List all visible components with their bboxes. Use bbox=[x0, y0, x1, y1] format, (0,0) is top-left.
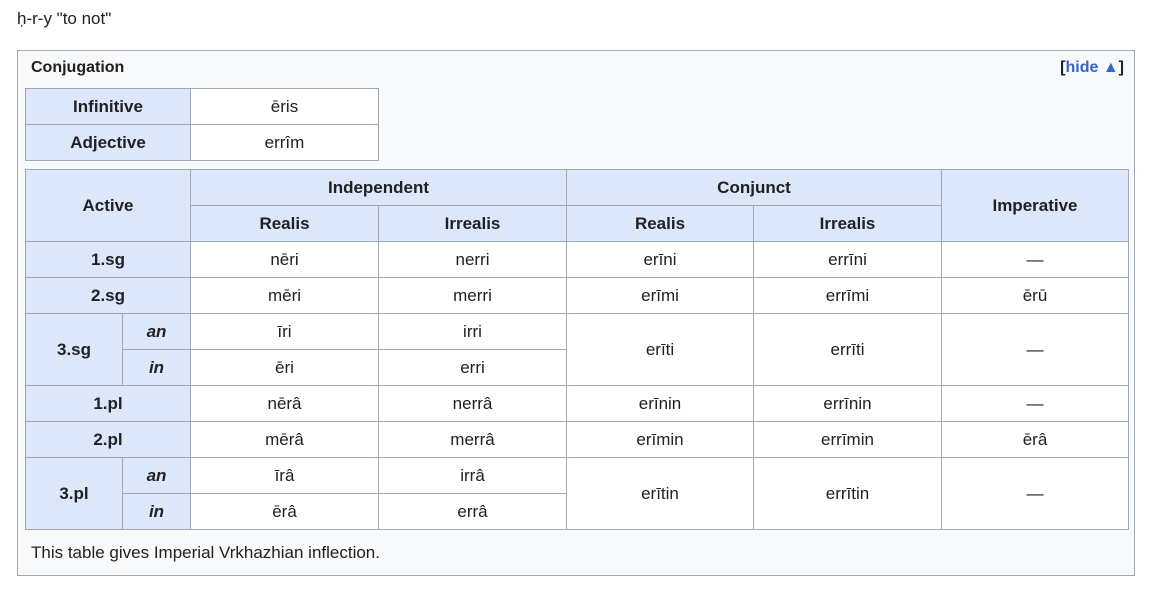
table-cell: ērū bbox=[941, 277, 1129, 314]
table-row: Infinitive ēris bbox=[25, 88, 379, 125]
table-cell: nerri bbox=[378, 241, 567, 278]
table-cell: erīni bbox=[566, 241, 754, 278]
table-cell: nērâ bbox=[190, 385, 379, 422]
adjective-label: Adjective bbox=[25, 124, 191, 161]
table-cell: — bbox=[941, 313, 1129, 386]
table-row: 2.pl mērâ merrâ erīmin errīmin ērâ bbox=[25, 421, 1129, 458]
subrow-label-in: in bbox=[122, 349, 191, 386]
table-row: Active Independent Conjunct Imperative bbox=[25, 169, 1129, 242]
row-label-3pl: 3.pl bbox=[25, 457, 123, 530]
table-cell: erīmin bbox=[566, 421, 754, 458]
table-cell: errīmin bbox=[753, 421, 942, 458]
table-cell: errīni bbox=[753, 241, 942, 278]
adjective-value: errîm bbox=[190, 124, 379, 161]
table-row: 1.pl nērâ nerrâ erīnin errīnin — bbox=[25, 385, 1129, 422]
table-row: 3.sg an īri irri erīti errīti — bbox=[25, 313, 1129, 386]
table-cell: īrâ bbox=[190, 457, 379, 494]
subrow-label-an: an bbox=[122, 457, 191, 494]
table-cell: irri bbox=[378, 313, 567, 350]
conjugation-panel: Conjugation [hide ▲] Infinitive ēris Adj… bbox=[17, 50, 1135, 576]
independent-irrealis-header: Irrealis bbox=[378, 205, 567, 242]
row-label-1sg: 1.sg bbox=[25, 241, 191, 278]
table-cell: mērâ bbox=[190, 421, 379, 458]
imperative-header: Imperative bbox=[941, 169, 1129, 242]
table-footnote: This table gives Imperial Vrkhazhian inf… bbox=[31, 543, 380, 562]
root-heading: ḥ-r-y "to not" bbox=[17, 9, 112, 28]
conjunct-realis-header: Realis bbox=[566, 205, 754, 242]
table-cell: ērâ bbox=[941, 421, 1129, 458]
table-row: 1.sg nēri nerri erīni errīni — bbox=[25, 241, 1129, 278]
hide-toggle[interactable]: [hide ▲] bbox=[1060, 58, 1124, 78]
table-cell: merri bbox=[378, 277, 567, 314]
independent-realis-header: Realis bbox=[190, 205, 379, 242]
table-cell: nerrâ bbox=[378, 385, 567, 422]
panel-title: Conjugation bbox=[31, 59, 125, 76]
conjunct-irrealis-header: Irrealis bbox=[753, 205, 942, 242]
row-label-1pl: 1.pl bbox=[25, 385, 191, 422]
table-row: 2.sg mēri merri erīmi errīmi ērū bbox=[25, 277, 1129, 314]
table-cell: — bbox=[941, 241, 1129, 278]
table-cell: erri bbox=[378, 349, 567, 386]
table-cell: erīnin bbox=[566, 385, 754, 422]
table-cell: merrâ bbox=[378, 421, 567, 458]
toggle-bracket-close: ] bbox=[1118, 59, 1124, 76]
subrow-label-in: in bbox=[122, 493, 191, 530]
conjunct-header: Conjunct bbox=[566, 169, 942, 206]
table-cell: errīnin bbox=[753, 385, 942, 422]
table-cell: erīti bbox=[566, 313, 754, 386]
table-cell: irrâ bbox=[378, 457, 567, 494]
row-label-3sg: 3.sg bbox=[25, 313, 123, 386]
hide-link[interactable]: hide ▲ bbox=[1066, 59, 1119, 76]
nonfinite-table: Infinitive ēris Adjective errîm bbox=[25, 88, 379, 161]
table-row: 3.pl an īrâ irrâ erītin errītin — bbox=[25, 457, 1129, 530]
table-cell: errīti bbox=[753, 313, 942, 386]
table-cell: ēri bbox=[190, 349, 379, 386]
table-cell: errīmi bbox=[753, 277, 942, 314]
table-cell: mēri bbox=[190, 277, 379, 314]
table-cell: erītin bbox=[566, 457, 754, 530]
infinitive-label: Infinitive bbox=[25, 88, 191, 125]
conjugation-table: Active Independent Conjunct Imperative R… bbox=[25, 169, 1129, 530]
row-label-2pl: 2.pl bbox=[25, 421, 191, 458]
table-cell: ērâ bbox=[190, 493, 379, 530]
corner-header: Active bbox=[25, 169, 191, 242]
table-cell: — bbox=[941, 385, 1129, 422]
table-cell: errītin bbox=[753, 457, 942, 530]
table-cell: īri bbox=[190, 313, 379, 350]
infinitive-value: ēris bbox=[190, 88, 379, 125]
table-row: Adjective errîm bbox=[25, 124, 379, 161]
table-cell: nēri bbox=[190, 241, 379, 278]
subrow-label-an: an bbox=[122, 313, 191, 350]
table-cell: erīmi bbox=[566, 277, 754, 314]
independent-header: Independent bbox=[190, 169, 567, 206]
table-cell: errâ bbox=[378, 493, 567, 530]
table-cell: — bbox=[941, 457, 1129, 530]
row-label-2sg: 2.sg bbox=[25, 277, 191, 314]
